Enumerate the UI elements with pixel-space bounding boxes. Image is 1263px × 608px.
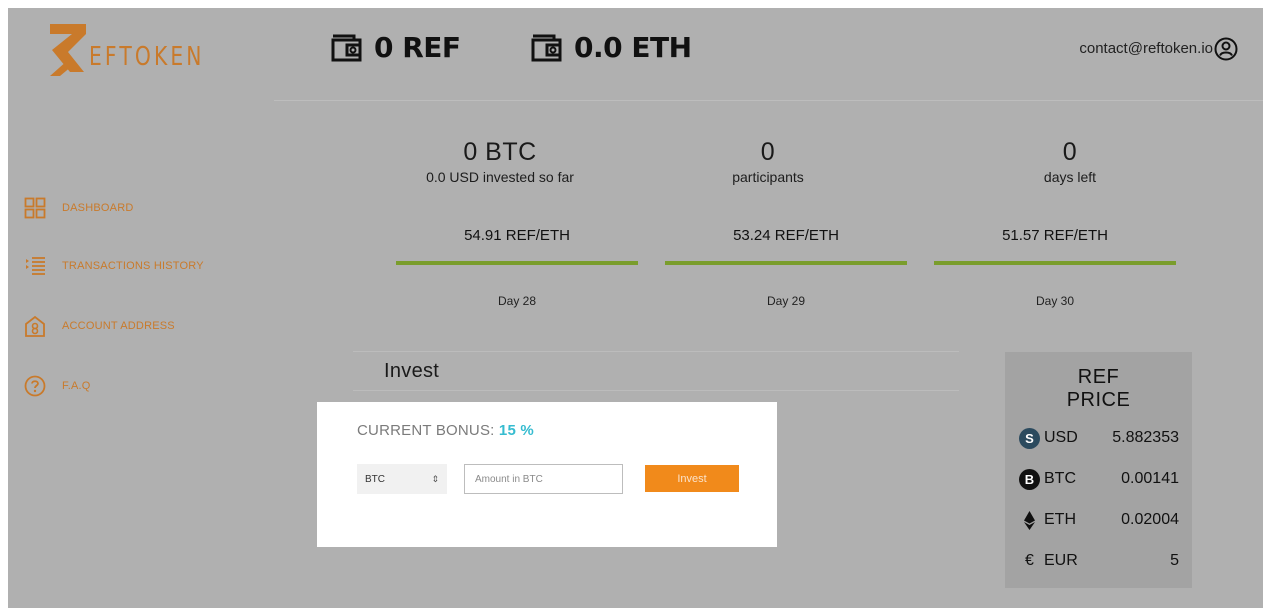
price-currency: EUR: [1044, 552, 1078, 569]
ethereum-icon: [1024, 510, 1035, 530]
price-title-line1: REF: [1077, 366, 1120, 388]
eth-balance: 0.0 ETH: [530, 30, 692, 64]
house-icon: [25, 315, 45, 337]
ref-balance: 0 REF: [330, 30, 461, 64]
wallet-icon: [531, 34, 562, 62]
invest-divider-bottom: [353, 390, 959, 391]
price-currency: USD: [1044, 429, 1078, 446]
stat-label: days left: [1043, 169, 1097, 185]
sidebar-item-account-address[interactable]: ACCOUNT ADDRESS: [24, 314, 175, 338]
eth-balance-value: 0.0 ETH: [574, 30, 692, 64]
day-label: Day 28: [497, 294, 537, 308]
app-screen: EFTOKEN 0 REF 0.0 ETH contact@reftoken.i…: [8, 8, 1263, 608]
rate-progress-bar: [665, 261, 907, 265]
invest-card: CURRENT BONUS: 15 % BTC ⇕ Invest: [317, 402, 777, 547]
sidebar-item-dashboard[interactable]: DASHBOARD: [24, 196, 133, 220]
list-icon: [26, 257, 45, 275]
invest-title: Invest: [384, 360, 440, 382]
user-account-icon[interactable]: [1214, 37, 1238, 61]
currency-select[interactable]: BTC ⇕: [357, 464, 447, 494]
rate-day-29: 53.24 REF/ETH: [733, 227, 839, 244]
euro-icon: €: [1025, 552, 1034, 569]
bonus-value: 15 %: [498, 422, 534, 439]
price-value: 5: [1170, 552, 1179, 569]
currency-selected: BTC: [365, 473, 385, 485]
rate-day-28: 54.91 REF/ETH: [464, 227, 570, 244]
sidebar-item-label: DASHBOARD: [62, 202, 134, 214]
price-value: 0.02004: [1121, 511, 1179, 528]
current-bonus: CURRENT BONUS: 15 %: [357, 422, 534, 439]
stat-participants: 0 participants: [648, 138, 888, 185]
stat-value: 0: [1062, 138, 1078, 166]
stat-invested: 0 BTC 0.0 USD invested so far: [380, 138, 620, 185]
brand-logo[interactable]: EFTOKEN: [46, 16, 216, 80]
price-currency: ETH: [1044, 511, 1076, 528]
contact-email-link[interactable]: contact@reftoken.io: [1079, 40, 1213, 57]
stat-label: participants: [732, 169, 804, 185]
stat-value: 0: [760, 138, 776, 166]
sidebar-item-faq[interactable]: F.A.Q: [24, 374, 91, 398]
price-row-btc: B BTC 0.00141: [1019, 467, 1179, 491]
price-value: 5.882353: [1112, 429, 1179, 446]
brand-wordmark: EFTOKEN: [89, 42, 205, 72]
select-arrows-icon: ⇕: [431, 473, 439, 484]
rate-progress-bar: [396, 261, 638, 265]
price-row-usd: S USD 5.882353: [1019, 426, 1179, 450]
price-title-line2: PRICE: [1066, 389, 1131, 411]
sidebar-item-transactions[interactable]: TRANSACTIONS HISTORY: [24, 254, 204, 278]
stat-days-left: 0 days left: [950, 138, 1190, 185]
dollar-coin-icon: S: [1019, 427, 1040, 449]
wallet-icon: [331, 34, 362, 62]
invest-button[interactable]: Invest: [645, 465, 739, 492]
price-row-eur: € EUR 5: [1019, 549, 1179, 573]
grid-icon: [24, 197, 46, 219]
stat-label: 0.0 USD invested so far: [426, 169, 574, 185]
rate-day-30: 51.57 REF/ETH: [1002, 227, 1108, 244]
day-label: Day 30: [1035, 294, 1075, 308]
header-divider: [274, 100, 1263, 101]
logo-mark-icon: [50, 24, 86, 76]
price-value: 0.00141: [1121, 470, 1179, 487]
sidebar-item-label: ACCOUNT ADDRESS: [62, 320, 175, 332]
price-row-eth: ETH 0.02004: [1019, 508, 1179, 532]
ref-price-panel: REF PRICE S USD 5.882353 B BTC 0.00141 E…: [1005, 352, 1192, 588]
rate-progress-bar: [934, 261, 1176, 265]
day-label: Day 29: [766, 294, 806, 308]
invest-divider-top: [353, 351, 959, 352]
price-panel-title: REF PRICE: [1005, 366, 1192, 412]
sidebar-item-label: TRANSACTIONS HISTORY: [62, 260, 204, 272]
sidebar-item-label: F.A.Q: [62, 380, 91, 392]
question-icon: [24, 375, 46, 397]
bonus-label: CURRENT BONUS:: [357, 422, 495, 439]
bitcoin-coin-icon: B: [1019, 468, 1040, 490]
ref-balance-value: 0 REF: [374, 30, 461, 64]
stat-value: 0 BTC: [463, 138, 537, 166]
price-currency: BTC: [1044, 470, 1076, 487]
amount-input[interactable]: [464, 464, 623, 494]
